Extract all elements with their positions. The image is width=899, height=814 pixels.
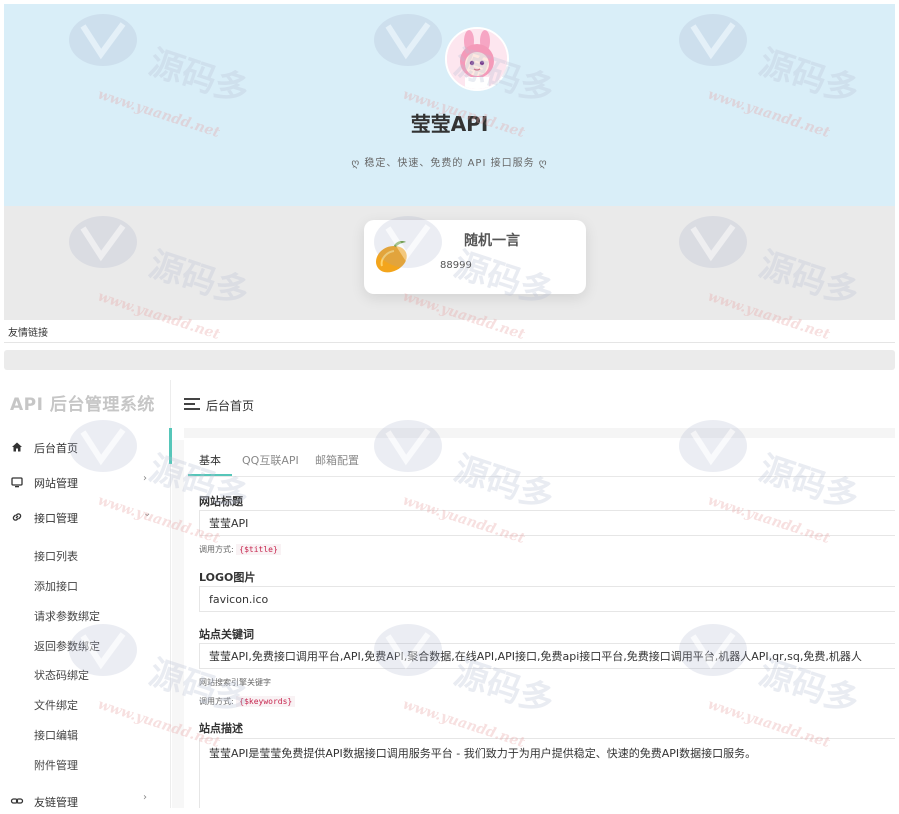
admin-brand: API 后台管理系统 [10, 395, 155, 415]
monitor-icon [11, 477, 23, 488]
flourish-left-icon: ღ [351, 158, 365, 169]
submenu-item-api-list[interactable]: 接口列表 [34, 548, 78, 564]
hint-code: {$keywords} [236, 696, 296, 707]
chevron-right-icon: › [143, 473, 147, 484]
sidebar-item-home[interactable]: 后台首页 [0, 434, 168, 460]
hint-prefix: 调用方式: [199, 697, 234, 706]
keywords-input[interactable]: 莹莹API,免费接口调用平台,API,免费API,聚合数据,在线API,API接… [199, 643, 895, 669]
random-quote-card[interactable]: 随机一言 88999 [364, 220, 586, 294]
hero-banner [4, 4, 895, 206]
watermark: 源码多www.yuandd.net [374, 420, 559, 547]
tab-qq-connect[interactable]: QQ互联API [242, 452, 299, 468]
mango-icon [375, 241, 407, 273]
site-avatar[interactable] [445, 27, 509, 91]
keywords-usage-hint: 调用方式: {$keywords} [199, 696, 296, 707]
site-title-label: 网站标题 [199, 495, 243, 508]
quote-text: 88999 [440, 260, 472, 271]
submenu-item-return-params[interactable]: 返回参数绑定 [34, 638, 100, 654]
flourish-right-icon: ღ [534, 158, 548, 169]
logo-input[interactable]: favicon.ico [199, 586, 895, 612]
scrollbar-track[interactable] [172, 440, 184, 808]
slogan-text: 稳定、快速、免费的 API 接口服务 [364, 158, 535, 169]
watermark: 源码多www.yuandd.net [679, 420, 864, 547]
sidebar-item-site-manage[interactable]: 网站管理 › [0, 469, 168, 495]
site-title: 莹莹API [410, 112, 489, 136]
hamburger-menu-icon[interactable] [184, 398, 200, 410]
keywords-hint: 网站搜索引擎关键字 [199, 678, 271, 687]
quote-title: 随机一言 [464, 233, 520, 249]
submenu-item-attachments[interactable]: 附件管理 [34, 757, 78, 773]
sidebar-item-friend-links[interactable]: 友链管理 › [0, 788, 168, 814]
submenu-item-request-params[interactable]: 请求参数绑定 [34, 608, 100, 624]
keywords-label: 站点关键词 [199, 628, 254, 641]
hint-prefix: 调用方式: [199, 545, 234, 554]
submenu-item-api-edit[interactable]: 接口编辑 [34, 727, 78, 743]
sidebar-item-label: 后台首页 [34, 442, 78, 455]
home-icon [12, 442, 22, 452]
sidebar-item-api-manage[interactable]: 接口管理 ⌄ [0, 504, 168, 530]
watermark-text: 源码多 [449, 449, 558, 519]
tab-basic[interactable]: 基本 [199, 452, 221, 468]
header-divider [184, 428, 895, 438]
description-textarea[interactable]: 莹莹API是莹莹免费提供API数据接口调用服务平台 - 我们致力于为用户提供稳定… [199, 738, 895, 808]
hint-code: {$title} [236, 544, 281, 555]
friend-links-bar [4, 350, 895, 370]
sidebar-item-label: 接口管理 [34, 512, 78, 525]
page-title: 后台首页 [206, 399, 255, 413]
submenu-item-add-api[interactable]: 添加接口 [34, 578, 78, 594]
site-title-input[interactable]: 莹莹API [199, 510, 895, 536]
anime-avatar-icon [447, 29, 507, 89]
site-title-hint: 调用方式: {$title} [199, 544, 281, 555]
description-label: 站点描述 [199, 722, 243, 735]
tab-email-config[interactable]: 邮箱配置 [315, 452, 359, 468]
site-slogan: ღ 稳定、快速、免费的 API 接口服务 ღ [0, 154, 899, 169]
submenu-item-status-code[interactable]: 状态码绑定 [34, 667, 89, 683]
link-icon [10, 798, 24, 804]
chevron-right-icon: › [143, 792, 147, 803]
link-icon [12, 513, 22, 521]
submenu-item-file-binding[interactable]: 文件绑定 [34, 697, 78, 713]
watermark-text: 源码多 [754, 449, 863, 519]
friend-links-heading: 友情链接 [8, 328, 48, 339]
divider [4, 342, 895, 343]
tabs-divider [188, 476, 895, 477]
logo-label: LOGO图片 [199, 571, 256, 584]
sidebar-item-label: 网站管理 [34, 477, 78, 490]
chevron-down-icon: ⌄ [143, 508, 152, 519]
